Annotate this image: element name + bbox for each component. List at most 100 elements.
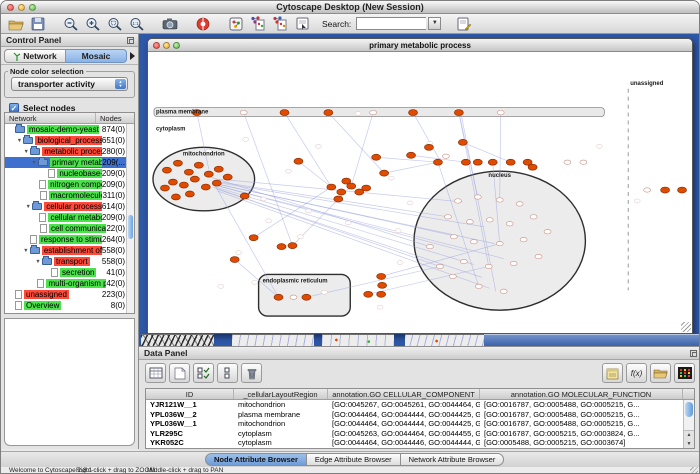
table-scrollbar-thumb[interactable] <box>685 402 693 417</box>
network-node[interactable] <box>466 220 473 224</box>
network-node-selected-color[interactable] <box>377 291 386 297</box>
tab-network[interactable]: Network <box>4 49 66 63</box>
network-node[interactable] <box>530 215 537 219</box>
column-header-id[interactable]: ID <box>146 389 234 399</box>
disclosure-triangle-icon[interactable]: ▼ <box>22 248 30 254</box>
import-attributes-button[interactable] <box>650 363 671 383</box>
zoom-in-icon[interactable] <box>83 15 103 32</box>
table-row[interactable]: YKR052Ccytoplasm[GO:0044464, GO:0044446,… <box>146 438 694 448</box>
disclosure-triangle-icon[interactable]: ▼ <box>15 138 23 144</box>
table-row[interactable]: YLR295Ccytoplasm[GO:0045263, GO:0044464,… <box>146 429 694 439</box>
network-node[interactable] <box>496 198 503 202</box>
network-node-selected-color[interactable] <box>372 154 381 160</box>
tree-column-network[interactable]: Network <box>5 113 96 123</box>
table-row[interactable]: YDR039C__1mitochondrion[GO:0044464, GO:0… <box>146 448 694 450</box>
column-header-molecular-function[interactable]: annotation.GO MOLECULAR_FUNCTION <box>480 389 683 399</box>
disclosure-triangle-icon[interactable]: ▼ <box>24 204 32 210</box>
close-button[interactable] <box>7 4 14 11</box>
disclosure-triangle-icon[interactable]: ▼ <box>34 259 42 265</box>
network-node-selected-color[interactable] <box>280 110 289 116</box>
node-color-select[interactable]: transporter activity ▲▼ <box>11 77 128 91</box>
frame-resize-grip[interactable] <box>681 322 691 332</box>
network-node-selected-color[interactable] <box>190 176 199 182</box>
tree-row-unassigned[interactable]: unassigned223(0) <box>5 289 134 300</box>
network-node-selected-color[interactable] <box>506 159 515 165</box>
table-row[interactable]: YPL036W__1mitochondrion[GO:0044464, GO:0… <box>146 419 694 429</box>
tree-row-primary-metabo[interactable]: ▼primary metabo209(... <box>5 157 134 168</box>
table-row[interactable]: YJR121W__1mitochondrion[GO:0045267, GO:0… <box>146 400 694 410</box>
network-node[interactable] <box>516 202 523 206</box>
network-node-faint[interactable] <box>285 169 291 173</box>
network-node-selected-color[interactable] <box>162 167 171 173</box>
network-node-selected-color[interactable] <box>362 185 371 191</box>
network-node-selected-color[interactable] <box>302 294 311 300</box>
network-node[interactable] <box>644 188 651 192</box>
scroll-down-icon[interactable]: ▼ <box>684 440 694 449</box>
background-window-sliver[interactable] <box>322 334 394 346</box>
network-node[interactable] <box>496 241 503 245</box>
zoom-window-button[interactable] <box>29 4 36 11</box>
network-node-selected-color[interactable] <box>424 144 433 150</box>
network-node[interactable] <box>497 110 504 114</box>
network-node-selected-color[interactable] <box>288 243 297 249</box>
tree-row-mosaic-demo-yeast[interactable]: mosaic-demo-yeast874(0) <box>5 124 134 135</box>
network-node[interactable] <box>442 154 449 158</box>
network-node-selected-color[interactable] <box>171 194 180 200</box>
tree-row-secretion[interactable]: secretion41(0) <box>5 267 134 278</box>
network-node-selected-color[interactable] <box>473 159 482 165</box>
attribute-editor-button[interactable] <box>602 363 623 383</box>
tab-node-attribute-browser[interactable]: Node Attribute Browser <box>205 453 307 466</box>
network-node[interactable] <box>450 234 457 238</box>
network-node[interactable] <box>485 264 492 268</box>
tree-row-overview[interactable]: Overview8(0) <box>5 300 134 311</box>
network-node-selected-color[interactable] <box>168 179 177 185</box>
network-node-selected-color[interactable] <box>678 187 687 193</box>
float-data-panel-icon[interactable] <box>690 350 697 357</box>
network-node-selected-color[interactable] <box>160 185 169 191</box>
tree-row-metabolic-process[interactable]: ▼metabolic process280(0) <box>5 146 134 157</box>
network-node-faint[interactable] <box>634 199 640 203</box>
zoom-out-icon[interactable] <box>61 15 81 32</box>
network-node-selected-color[interactable] <box>223 174 232 180</box>
search-dropdown-icon[interactable]: ▼ <box>428 17 441 30</box>
tree-row-biological-process[interactable]: ▼biological_process651(0) <box>5 135 134 146</box>
search-input[interactable] <box>356 17 426 30</box>
function-builder-button[interactable]: f(x) <box>626 363 647 383</box>
network-node[interactable] <box>486 218 493 222</box>
tree-scrollbar[interactable] <box>126 124 134 313</box>
tab-edge-attribute-browser[interactable]: Edge Attribute Browser <box>306 453 401 466</box>
tree-row-nitrogen-compo[interactable]: nitrogen compo209(0) <box>5 179 134 190</box>
create-attribute-button[interactable] <box>169 363 190 383</box>
network-node[interactable] <box>444 215 451 219</box>
network-node-faint[interactable] <box>305 209 311 213</box>
unselect-all-attributes-button[interactable] <box>217 363 238 383</box>
copy-network-view-icon[interactable] <box>270 15 290 32</box>
network-view-frame[interactable]: primary metabolic process plasma membran… <box>147 38 693 334</box>
minimize-button[interactable] <box>18 4 25 11</box>
network-node-selected-color[interactable] <box>179 182 188 188</box>
network-overview-icon[interactable] <box>226 15 246 32</box>
network-node-faint[interactable] <box>596 144 602 148</box>
network-node-faint[interactable] <box>377 305 383 309</box>
network-node-selected-color[interactable] <box>342 178 351 184</box>
network-node[interactable] <box>564 160 571 164</box>
network-node-selected-color[interactable] <box>324 110 333 116</box>
help-icon[interactable] <box>193 15 213 32</box>
scroll-up-icon[interactable]: ▲ <box>684 431 694 440</box>
network-node[interactable] <box>520 237 527 241</box>
network-node-faint[interactable] <box>315 144 321 148</box>
network-node-faint[interactable] <box>218 284 224 288</box>
delete-attribute-button[interactable] <box>241 363 262 383</box>
network-node-selected-color[interactable] <box>488 159 497 165</box>
network-node[interactable] <box>426 244 433 248</box>
network-canvas[interactable]: plasma membranecytoplasmmitochondrionnuc… <box>149 52 691 332</box>
tab-overflow-icon[interactable] <box>130 52 135 60</box>
copy-network-icon[interactable] <box>248 15 268 32</box>
float-panel-icon[interactable] <box>127 37 134 44</box>
attribute-matrix-button[interactable] <box>674 363 695 383</box>
network-node-selected-color[interactable] <box>337 189 346 195</box>
select-attributes-button[interactable] <box>145 363 166 383</box>
network-node-selected-color[interactable] <box>274 294 283 300</box>
network-node-selected-color[interactable] <box>327 184 336 190</box>
column-header-cellular-component[interactable]: annotation.GO CELLULAR_COMPONENT <box>328 389 480 399</box>
